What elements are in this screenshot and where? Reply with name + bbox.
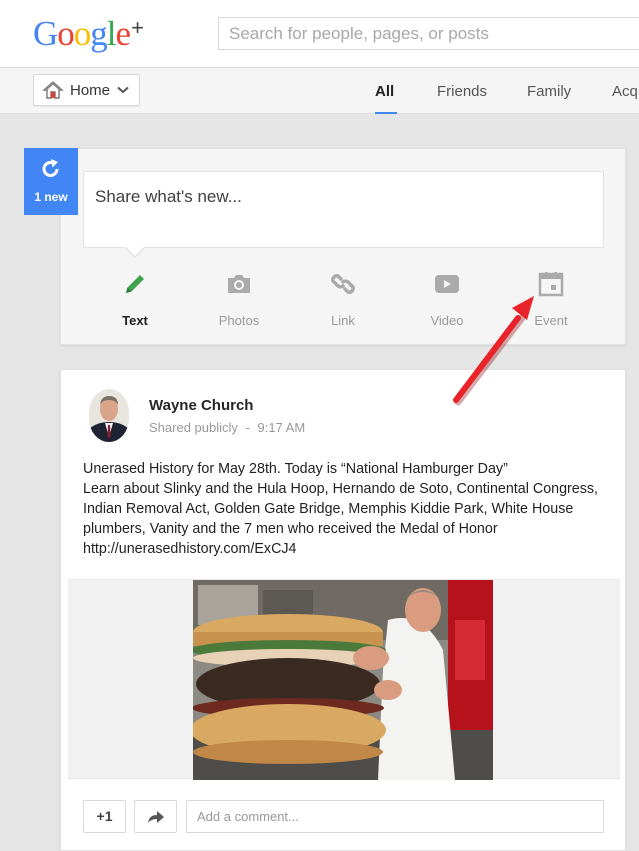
post-text-line: plumbers, Vanity and the 7 men who recei… [83, 521, 498, 537]
plus-one-button[interactable]: +1 [83, 800, 126, 833]
share-prompt: Share what's new... [95, 187, 242, 206]
post-text-line: Learn about Slinky and the Hula Hoop, He… [83, 481, 599, 497]
post-time[interactable]: 9:17 AM [257, 420, 305, 435]
home-dropdown[interactable]: Home [33, 74, 140, 106]
post-image-frame [68, 579, 620, 780]
post-image[interactable] [193, 580, 493, 780]
chevron-down-icon [117, 86, 129, 94]
search-input[interactable] [219, 18, 639, 49]
comment-box[interactable] [186, 800, 604, 833]
share-arrow-icon [147, 810, 164, 823]
logo-letter: o [73, 14, 91, 53]
logo-letter: G [33, 14, 58, 53]
active-tab-indicator [375, 112, 397, 114]
meta-separator: - [245, 420, 250, 435]
tab-friends[interactable]: Friends [437, 83, 487, 100]
post-author[interactable]: Wayne Church [149, 397, 253, 414]
link-icon [331, 274, 355, 294]
logo-letter: g [90, 14, 107, 53]
camera-icon [228, 275, 250, 293]
post-visibility[interactable]: Shared publicly [149, 420, 238, 435]
comment-input[interactable] [187, 801, 603, 832]
avatar[interactable] [89, 389, 129, 442]
pencil-icon [126, 275, 144, 293]
top-bar: Google+ [0, 0, 639, 68]
stream-nav: Home All Friends Family Acq [0, 68, 639, 114]
google-plus-logo[interactable]: Google+ [33, 14, 144, 54]
post-text-line: Indian Removal Act, Golden Gate Bridge, … [83, 501, 574, 517]
logo-letter: l [106, 14, 117, 53]
video-icon [435, 275, 459, 293]
share-box: Share what's new... Text Photos Link Vid… [60, 148, 626, 345]
tab-family[interactable]: Family [527, 83, 571, 100]
share-option-label: Event [534, 313, 568, 328]
refresh-icon [42, 159, 59, 177]
home-icon [42, 81, 64, 99]
share-option-label: Text [122, 313, 148, 328]
post-body: Unerased History for May 28th. Today is … [83, 459, 613, 559]
logo-letter: o [57, 14, 74, 53]
share-input[interactable]: Share what's new... [83, 171, 604, 248]
share-photos-button[interactable]: Photos [199, 269, 279, 328]
post-meta: Shared publicly - 9:17 AM [149, 420, 305, 435]
share-event-button[interactable]: Event [511, 269, 591, 328]
logo-plus: + [131, 15, 144, 40]
post-card: Wayne Church Shared publicly - 9:17 AM U… [60, 369, 626, 851]
share-button[interactable] [134, 800, 177, 833]
share-link-button[interactable]: Link [303, 269, 383, 328]
share-text-button[interactable]: Text [95, 269, 175, 328]
share-option-label: Photos [218, 313, 260, 328]
home-label: Home [70, 81, 111, 99]
tab-all[interactable]: All [375, 83, 394, 100]
post-text-line: Unerased History for May 28th. Today is … [83, 461, 508, 477]
new-posts-badge[interactable]: 1 new [24, 148, 78, 215]
tab-acquaintances[interactable]: Acq [612, 83, 638, 100]
calendar-icon [538, 272, 564, 297]
share-video-button[interactable]: Video [407, 269, 487, 328]
logo-letter: e [115, 14, 132, 53]
new-posts-count: 1 new [34, 190, 68, 204]
share-option-label: Link [331, 313, 355, 328]
share-option-label: Video [430, 313, 464, 328]
post-link[interactable]: http://unerasedhistory.com/ExCJ4 [83, 539, 613, 559]
search-box[interactable] [218, 17, 639, 50]
share-input-tail [126, 247, 144, 256]
